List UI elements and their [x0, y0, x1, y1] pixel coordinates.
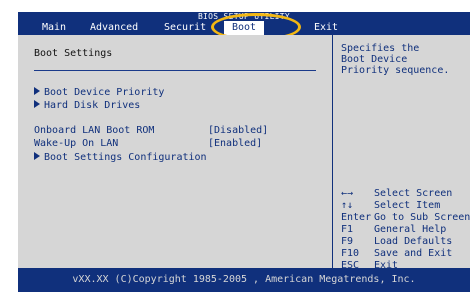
row-label: Onboard LAN Boot ROM — [34, 125, 155, 136]
key-legend: ←→ Select Screen ↑↓ Select Item Enter Go to… — [341, 188, 470, 268]
help-line: Priority sequence. — [341, 65, 450, 76]
help-panel: Specifies the Boot Device Priority seque… — [333, 35, 470, 268]
key-legend-row: Enter Go to Sub Screen — [341, 212, 470, 223]
menu-bar: Main Advanced Securit Boot Exit — [18, 21, 470, 35]
menu-tab-boot[interactable]: Boot — [224, 21, 265, 35]
submenu-arrow-icon — [34, 152, 40, 160]
key-legend-row: ↑↓ Select Item — [341, 200, 441, 211]
content-area: Boot Settings Boot Device Priority Hard … — [18, 35, 470, 268]
menu-tab-main[interactable]: Main — [42, 21, 66, 35]
key-legend-row: ←→ Select Screen — [341, 188, 453, 199]
key-legend-row: ESC Exit — [341, 260, 470, 268]
help-line: Boot Device — [341, 54, 408, 65]
key-f1: F1 — [341, 224, 354, 235]
row-label: Hard Disk Drives — [44, 100, 141, 111]
menu-tab-security[interactable]: Securit — [164, 21, 206, 35]
menu-tab-advanced[interactable]: Advanced — [90, 21, 138, 35]
hard-disk-drives-item[interactable]: Hard Disk Drives — [34, 99, 140, 112]
boot-settings-configuration-item[interactable]: Boot Settings Configuration — [34, 151, 207, 164]
submenu-arrow-icon — [34, 100, 40, 108]
help-line: Specifies the — [341, 43, 420, 54]
onboard-lan-boot-rom-item[interactable]: Onboard LAN Boot ROM [Disabled] — [34, 124, 268, 137]
submenu-arrow-icon — [34, 87, 40, 95]
key-enter: Enter — [341, 212, 372, 223]
left-right-arrows-icon: ←→ — [341, 188, 354, 199]
wake-up-on-lan-item[interactable]: Wake-Up On LAN [Enabled] — [34, 137, 262, 150]
boot-device-priority-item[interactable]: Boot Device Priority — [34, 86, 164, 99]
key-legend-row: F10 Save and Exit — [341, 248, 453, 259]
bios-window: BIOS SETUP UTILITY Main Advanced Securit… — [18, 12, 470, 292]
panel-title: Boot Settings — [34, 48, 113, 59]
key-legend-row: F9 Load Defaults — [341, 236, 453, 247]
wake-up-on-lan-value[interactable]: [Enabled] — [208, 137, 262, 150]
help-text: Specifies the Boot Device Priority seque… — [341, 43, 469, 76]
key-esc: ESC — [341, 260, 360, 268]
row-label: Wake-Up On LAN — [34, 138, 119, 149]
key-f10: F10 — [341, 248, 360, 259]
onboard-lan-boot-rom-value[interactable]: [Disabled] — [208, 124, 268, 137]
copyright-footer: vXX.XX (C)Copyright 1985-2005 , American… — [18, 268, 470, 292]
key-legend-row: F1 General Help — [341, 224, 447, 235]
settings-panel: Boot Settings Boot Device Priority Hard … — [18, 35, 332, 268]
bios-title: BIOS SETUP UTILITY — [197, 12, 291, 21]
title-divider — [34, 70, 316, 71]
key-f9: F9 — [341, 236, 354, 247]
row-label: Boot Device Priority — [44, 87, 165, 98]
up-down-arrows-icon: ↑↓ — [341, 200, 354, 211]
menu-tab-exit[interactable]: Exit — [314, 21, 338, 35]
row-label: Boot Settings Configuration — [44, 152, 207, 163]
